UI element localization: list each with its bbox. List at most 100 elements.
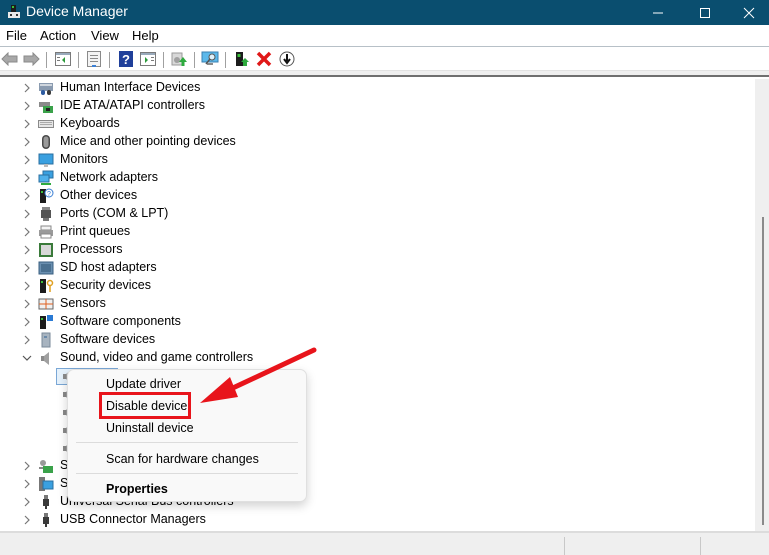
chevron-down-icon[interactable]	[22, 351, 32, 365]
chevron-right-icon[interactable]	[22, 189, 32, 203]
menu-help[interactable]: Help	[132, 28, 159, 43]
show-hide-tree-button[interactable]	[54, 50, 72, 68]
tree-item-label: Software components	[60, 314, 181, 328]
forward-button[interactable]	[22, 50, 40, 68]
close-button[interactable]	[729, 0, 769, 25]
chevron-right-icon[interactable]	[22, 243, 32, 257]
menu-separator	[76, 473, 298, 474]
tree-item[interactable]: Software components	[0, 313, 700, 331]
chevron-right-icon[interactable]	[22, 261, 32, 275]
chevron-right-icon[interactable]	[22, 477, 32, 491]
chevron-right-icon[interactable]	[22, 171, 32, 185]
sd-adapter-icon	[38, 260, 54, 276]
processor-icon	[38, 242, 54, 258]
menu-item-uninstall-device[interactable]: Uninstall device	[106, 421, 194, 435]
tree-item[interactable]: Sound, video and game controllers	[0, 349, 700, 367]
status-bar	[0, 531, 769, 555]
chevron-right-icon[interactable]	[22, 153, 32, 167]
menu-item-scan-hardware[interactable]: Scan for hardware changes	[106, 452, 259, 466]
menu-view[interactable]: View	[91, 28, 119, 43]
tree-item[interactable]: USB Connector Managers	[0, 511, 700, 529]
chevron-right-icon[interactable]	[22, 135, 32, 149]
tree-item[interactable]: Ports (COM & LPT)	[0, 205, 700, 223]
mouse-icon	[38, 134, 54, 150]
vertical-scrollbar[interactable]	[755, 79, 769, 531]
show-action-pane-icon	[140, 52, 156, 66]
forward-icon	[23, 52, 40, 66]
menu-item-update-driver[interactable]: Update driver	[106, 377, 181, 391]
storage-controller-icon	[38, 458, 54, 474]
toolbar-separator	[225, 52, 226, 68]
window-title: Device Manager	[26, 3, 128, 19]
maximize-button[interactable]	[682, 0, 728, 25]
enable-device-button[interactable]	[233, 50, 251, 68]
tree-item[interactable]: ? Other devices	[0, 187, 700, 205]
chevron-right-icon[interactable]	[22, 513, 32, 527]
other-devices-icon: ?	[38, 188, 54, 204]
tree-item-label: Software devices	[60, 332, 156, 346]
menu-item-properties[interactable]: Properties	[106, 482, 168, 496]
tree-item-label: Monitors	[60, 152, 108, 166]
status-separator	[564, 537, 565, 555]
chevron-right-icon[interactable]	[22, 207, 32, 221]
tree-item[interactable]: Software devices	[0, 331, 700, 349]
tree-item[interactable]: SD host adapters	[0, 259, 700, 277]
monitor-icon	[38, 152, 54, 168]
disable-device-icon	[279, 51, 295, 67]
uninstall-device-button[interactable]	[255, 50, 273, 68]
help-button[interactable]: ?	[117, 50, 135, 68]
tree-item[interactable]: Print queues	[0, 223, 700, 241]
tree-item[interactable]: Monitors	[0, 151, 700, 169]
back-button[interactable]	[1, 50, 19, 68]
properties-icon	[87, 51, 101, 67]
printer-icon	[38, 224, 54, 240]
annotation-arrow	[200, 347, 317, 403]
minimize-button[interactable]	[635, 0, 681, 25]
chevron-right-icon[interactable]	[22, 297, 32, 311]
title-bar: Device Manager	[0, 0, 769, 25]
chevron-right-icon[interactable]	[22, 81, 32, 95]
chevron-right-icon[interactable]	[22, 495, 32, 509]
toolbar-divider	[0, 71, 769, 77]
tree-item[interactable]: IDE ATA/ATAPI controllers	[0, 97, 700, 115]
chevron-right-icon[interactable]	[22, 225, 32, 239]
scan-hardware-button[interactable]	[201, 50, 219, 68]
toolbar: ?	[0, 48, 769, 71]
show-action-pane-button[interactable]	[139, 50, 157, 68]
chevron-right-icon[interactable]	[22, 279, 32, 293]
speaker-icon	[38, 350, 54, 366]
tree-item[interactable]: Sensors	[0, 295, 700, 313]
disable-device-button[interactable]	[278, 50, 296, 68]
toolbar-separator	[78, 52, 79, 68]
network-adapter-icon	[38, 170, 54, 186]
chevron-right-icon[interactable]	[22, 459, 32, 473]
chevron-right-icon[interactable]	[22, 315, 32, 329]
system-devices-icon	[38, 476, 54, 492]
menu-bar: File Action View Help	[0, 25, 769, 47]
highlight-box	[99, 392, 191, 419]
tree-item[interactable]: Security devices	[0, 277, 700, 295]
menu-file[interactable]: File	[6, 28, 27, 43]
chevron-right-icon[interactable]	[22, 99, 32, 113]
chevron-right-icon[interactable]	[22, 333, 32, 347]
menu-action[interactable]: Action	[40, 28, 76, 43]
close-icon	[743, 7, 755, 18]
toolbar-separator	[194, 52, 195, 68]
tree-item[interactable]: Network adapters	[0, 169, 700, 187]
update-driver-button[interactable]	[170, 50, 188, 68]
svg-text:?: ?	[122, 52, 130, 67]
toolbar-separator	[109, 52, 110, 68]
device-manager-icon	[8, 5, 20, 18]
tree-item[interactable]: Processors	[0, 241, 700, 259]
show-hide-console-tree-icon	[55, 52, 71, 66]
properties-button[interactable]	[85, 50, 103, 68]
scan-hardware-icon	[201, 51, 219, 65]
tree-item[interactable]: Keyboards	[0, 115, 700, 133]
security-device-icon	[38, 278, 54, 294]
scrollbar-thumb[interactable]	[762, 217, 764, 525]
tree-item-label: Mice and other pointing devices	[60, 134, 236, 148]
tree-item-label: USB Connector Managers	[60, 512, 206, 526]
chevron-right-icon[interactable]	[22, 117, 32, 131]
tree-item[interactable]: Human Interface Devices	[0, 79, 700, 97]
tree-item[interactable]: Mice and other pointing devices	[0, 133, 700, 151]
